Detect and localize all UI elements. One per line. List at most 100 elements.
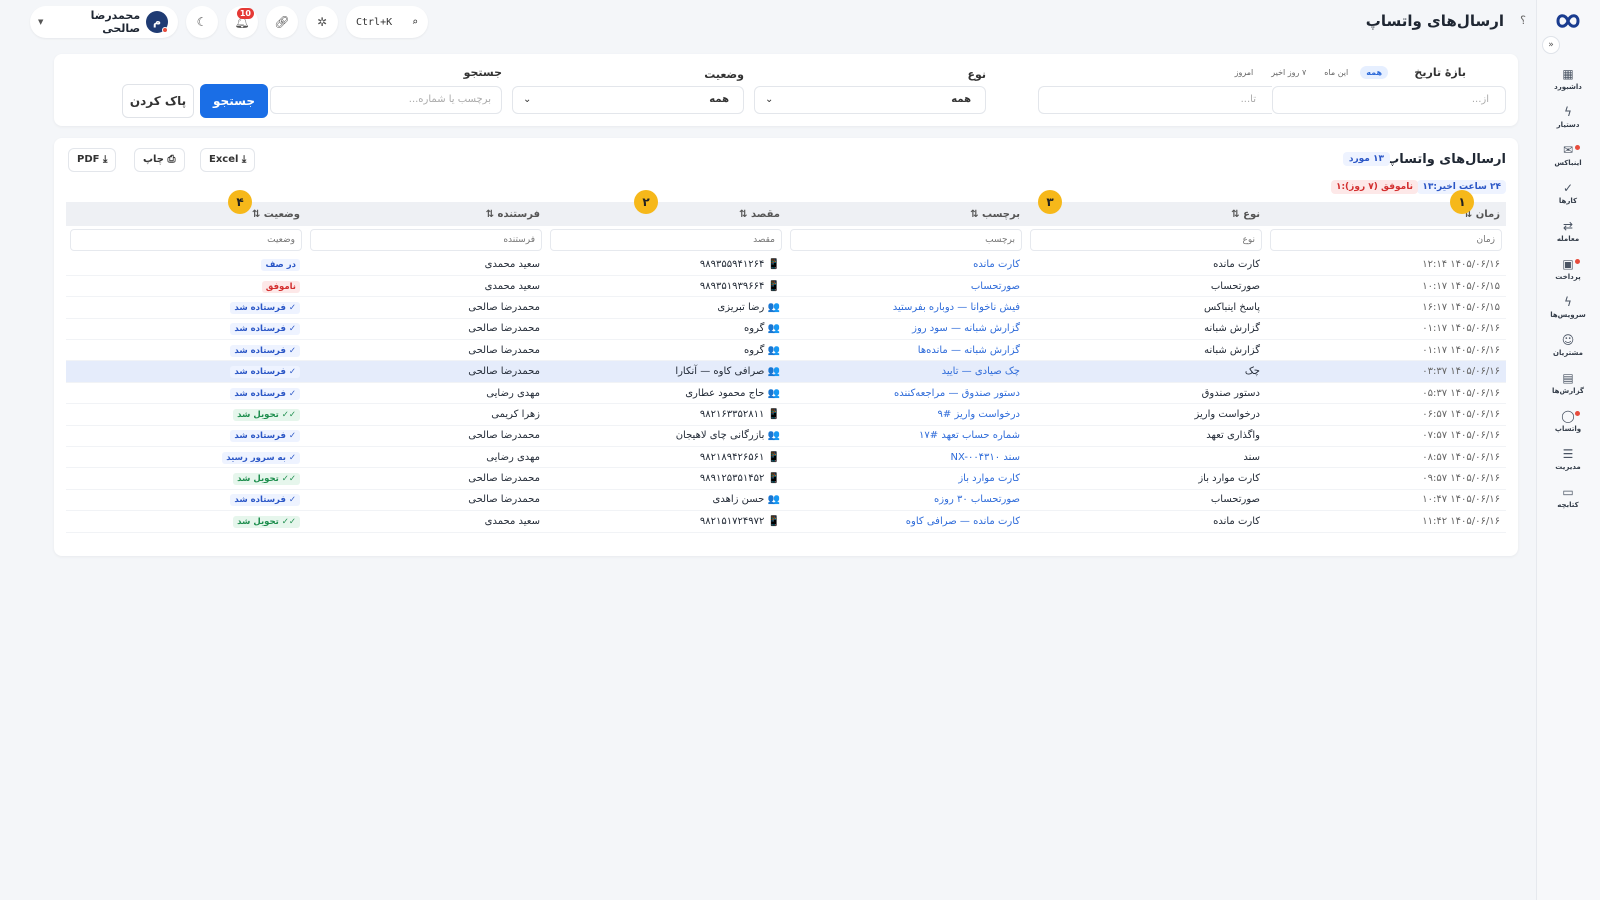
cell-dest: 👥 بازرگانی چای لاهیجان	[546, 425, 786, 448]
column-filter-cell	[306, 226, 546, 254]
cell-type: کارت مانده	[1026, 254, 1266, 276]
column-filter-input[interactable]	[790, 229, 1022, 251]
cell-label[interactable]: دستور صندوق — مراجعه‌کننده	[786, 382, 1026, 405]
export-pdf-button[interactable]: ⤓ PDF	[68, 148, 117, 172]
table-header: زمان ⇅ نوع ⇅ برچسب ⇅ مقصد ⇅ فرستنده ⇅ وضعیت ⇅	[66, 202, 1506, 226]
date-to-input[interactable]: تا...	[1038, 86, 1272, 114]
sidebar-item-7[interactable]: ☺ مشتریان	[1536, 332, 1600, 368]
debug-button[interactable]: ✲	[306, 6, 338, 38]
column-header[interactable]: نوع ⇅	[1026, 202, 1266, 226]
table-row[interactable]: ۱۴۰۵/۰۶/۱۶ ۱۰:۴۷ صورتحساب صورتحساب ۳۰ روزه…	[66, 489, 1506, 512]
table-row[interactable]: ۱۴۰۵/۰۶/۱۶ ۱۲:۱۴ کارت مانده کارت مانده 📱 ۹۸…	[66, 254, 1506, 276]
cell-type: واگذاری تعهد	[1026, 425, 1266, 448]
table-row[interactable]: ۱۴۰۵/۰۶/۱۶ ۰۳:۳۷ چک چک صیادی — تایید 👥 صراف…	[66, 360, 1506, 383]
column-header[interactable]: مقصد ⇅	[546, 202, 786, 226]
cell-dest: 👥 گروه	[546, 339, 786, 362]
table-row[interactable]: ۱۴۰۵/۰۶/۱۶ ۰۵:۳۷ دستور صندوق دستور صندوق —…	[66, 382, 1506, 405]
table-row[interactable]: ۱۴۰۵/۰۶/۱۶ ۰۶:۵۷ درخواست واریز درخواست وار…	[66, 403, 1506, 426]
table-title: ارسال‌های واتساپ	[1386, 152, 1506, 167]
inbox-icon: ✉	[1562, 143, 1574, 157]
sidebar-item-8[interactable]: ▤ گزارش‌ها	[1536, 370, 1600, 406]
column-filter-input[interactable]	[1270, 229, 1502, 251]
type-select[interactable]: همه ⌄	[754, 86, 986, 114]
table-row[interactable]: ۱۴۰۵/۰۶/۱۵ ۱۶:۱۷ پاسخ اینباکس فیش ناخوانا …	[66, 296, 1506, 319]
column-header[interactable]: وضعیت ⇅	[66, 202, 306, 226]
status-badge: ✓✓ تحویل شد	[233, 473, 300, 486]
link-icon: 🔗︎	[274, 15, 290, 29]
status-badge: ✓ فرستاده شد	[230, 323, 300, 336]
column-filter-input[interactable]	[550, 229, 782, 251]
bolt-icon: ϟ	[1564, 105, 1572, 119]
type-label: نوع	[967, 68, 986, 81]
user-menu[interactable]: م محمدرضا صالحی ▼	[30, 6, 178, 38]
export-excel-button[interactable]: ⤓ Excel	[200, 148, 256, 172]
cell-label[interactable]: صورتحساب	[786, 275, 1026, 298]
service-icon: ϟ	[1564, 295, 1572, 309]
table-row[interactable]: ۱۴۰۵/۰۶/۱۶ ۰۱:۱۷ گزارش شبانه گزارش شبانه —…	[66, 339, 1506, 362]
sidebar-item-3[interactable]: ✓ کارها	[1536, 180, 1600, 216]
column-filter-input[interactable]	[1030, 229, 1262, 251]
cell-label[interactable]: کارت مانده — صرافی کاوه	[786, 510, 1026, 533]
date-chip[interactable]: همه	[1360, 66, 1388, 79]
cell-status: ✓ فرستاده شد	[66, 318, 306, 341]
cell-label[interactable]: گزارش شبانه — سود روز	[786, 318, 1026, 341]
sidebar-item-9[interactable]: ◯ واتساپ	[1536, 408, 1600, 444]
theme-toggle-button[interactable]: ☾	[186, 6, 218, 38]
cell-label[interactable]: گزارش شبانه — مانده‌ها	[786, 339, 1026, 362]
table-row[interactable]: ۱۴۰۵/۰۶/۱۶ ۰۹:۵۷ کارت موارد باز کارت موارد…	[66, 467, 1506, 490]
status-badge: ✓✓ تحویل شد	[233, 515, 300, 528]
date-chip[interactable]: ۷ روز اخیر	[1265, 66, 1312, 79]
clear-button[interactable]: پاک کردن	[122, 84, 194, 118]
search-input[interactable]: برچسب یا شماره...	[270, 86, 502, 114]
search-button[interactable]: جستجو	[200, 84, 268, 118]
date-chip[interactable]: امروز	[1229, 66, 1260, 79]
table-row[interactable]: ۱۴۰۵/۰۶/۱۶ ۰۷:۵۷ واگذاری تعهد شماره حساب ت…	[66, 425, 1506, 448]
cell-label[interactable]: فیش ناخوانا — دوباره بفرستید	[786, 296, 1026, 319]
date-chip[interactable]: این ماه	[1318, 66, 1354, 79]
report-icon: ▤	[1562, 371, 1574, 385]
sidebar-item-5[interactable]: ▣ پرداخت	[1536, 256, 1600, 292]
cell-label[interactable]: کارت مانده	[786, 254, 1026, 276]
command-search-button[interactable]: ⌕ Ctrl+K	[346, 6, 428, 38]
sidebar-item-10[interactable]: ☰ مدیریت	[1536, 446, 1600, 482]
cell-dest: 📱 ۹۸۹۳۵۱۹۳۹۶۶۴	[546, 275, 786, 298]
sidebar-item-2[interactable]: ✉ اینباکس	[1536, 142, 1600, 178]
table-row[interactable]: ۱۴۰۵/۰۶/۱۶ ۰۸:۵۷ سند سند NX-۰۰۴۳۱۰ 📱 ۹۸۲۱۸۹…	[66, 446, 1506, 469]
status-badge: ✓ فرستاده شد	[230, 301, 300, 314]
notification-count: 10	[236, 8, 254, 19]
cell-label[interactable]: صورتحساب ۳۰ روزه	[786, 489, 1026, 512]
column-header[interactable]: فرستنده ⇅	[306, 202, 546, 226]
table-row[interactable]: ۱۴۰۵/۰۶/۱۶ ۰۱:۱۷ گزارش شبانه گزارش شبانه —…	[66, 318, 1506, 341]
dashboard-icon: ▦	[1562, 67, 1574, 81]
avatar: م	[146, 11, 168, 33]
column-filter-input[interactable]	[70, 229, 302, 251]
sidebar-item-4[interactable]: ⇄ معامله	[1536, 218, 1600, 254]
table-row[interactable]: ۱۴۰۵/۰۶/۱۶ ۱۱:۴۲ کارت مانده کارت مانده — ص…	[66, 510, 1506, 533]
cell-label[interactable]: چک صیادی — تایید	[786, 360, 1026, 383]
cell-label[interactable]: سند NX-۰۰۴۳۱۰	[786, 446, 1026, 469]
print-button[interactable]: ⎙ چاپ	[134, 148, 185, 172]
column-header[interactable]: برچسب ⇅	[786, 202, 1026, 226]
table-row[interactable]: ۱۴۰۵/۰۶/۱۵ ۱۰:۱۷ صورتحساب صورتحساب 📱 ۹۸۹۳۵۱…	[66, 275, 1506, 298]
help-icon[interactable]: ؟	[1520, 14, 1526, 27]
cell-type: گزارش شبانه	[1026, 339, 1266, 362]
status-badge: ✓ فرستاده شد	[230, 430, 300, 443]
sidebar-item-11[interactable]: ▭ کتابچه	[1536, 484, 1600, 520]
date-from-input[interactable]: از...	[1272, 86, 1506, 114]
cell-label[interactable]: کارت موارد باز	[786, 467, 1026, 490]
notifications-button[interactable]: 🔔︎ 10	[226, 6, 258, 38]
sidebar-item-1[interactable]: ϟ دستیار	[1536, 104, 1600, 140]
column-filter-input[interactable]	[310, 229, 542, 251]
cell-sender: سعید محمدی	[306, 510, 546, 533]
sidebar-item-6[interactable]: ϟ سرویس‌ها	[1536, 294, 1600, 330]
link-button[interactable]: 🔗︎	[266, 6, 298, 38]
status-badge: ✓✓ تحویل شد	[233, 408, 300, 421]
sidebar-item-0[interactable]: ▦ داشبورد	[1536, 66, 1600, 102]
cell-sender: سعید محمدی	[306, 254, 546, 276]
collapse-sidebar-button[interactable]: «	[1542, 36, 1560, 54]
cell-label[interactable]: شماره حساب تعهد #۱۷	[786, 425, 1026, 448]
cell-label[interactable]: درخواست واریز #۹	[786, 403, 1026, 426]
status-select[interactable]: همه ⌄	[512, 86, 744, 114]
cell-sender: محمدرضا صالحی	[306, 467, 546, 490]
sidebar-item-label: گزارش‌ها	[1552, 387, 1584, 395]
